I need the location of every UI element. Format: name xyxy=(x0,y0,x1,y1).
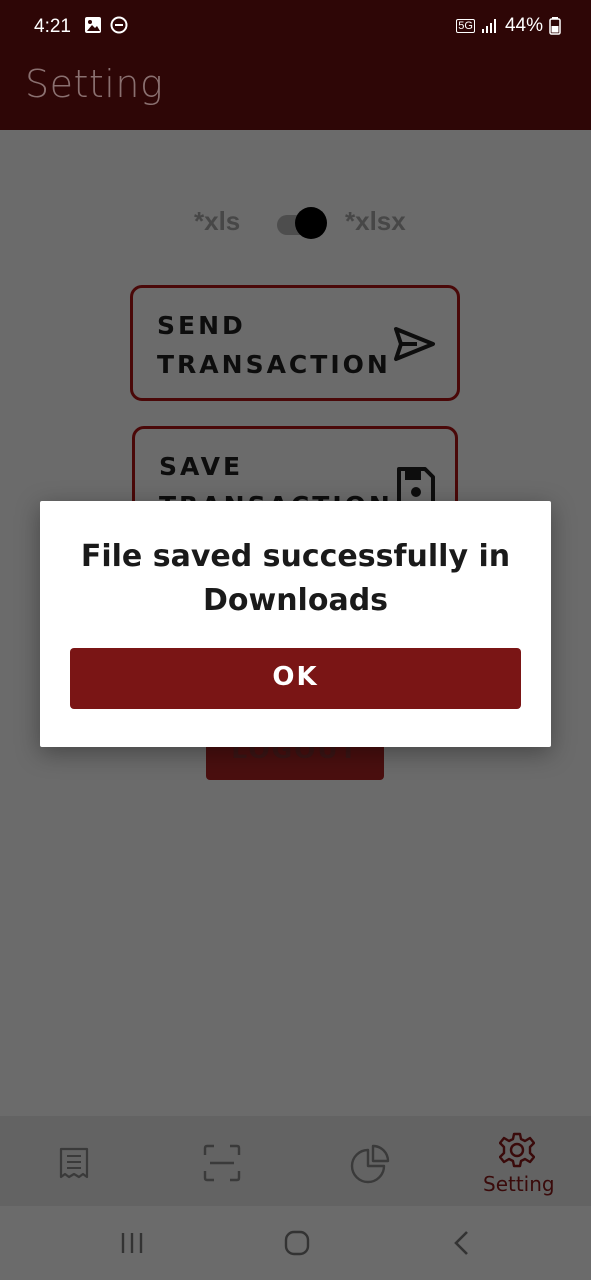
dialog-message: File saved successfully in Downloads xyxy=(60,535,531,623)
app-bar: Setting xyxy=(0,56,591,130)
battery-icon xyxy=(549,17,561,35)
ok-button[interactable]: OK xyxy=(70,648,521,709)
bottom-nav: Setting xyxy=(0,1116,591,1206)
xlsx-label: *xlsx xyxy=(345,206,406,236)
nav-item-transactions[interactable] xyxy=(40,1116,110,1206)
home-icon[interactable] xyxy=(284,1230,310,1256)
system-nav-bar xyxy=(0,1206,591,1280)
send-icon xyxy=(394,327,435,361)
back-icon[interactable] xyxy=(452,1230,472,1256)
scan-icon xyxy=(203,1144,241,1182)
nav-label-setting: Setting xyxy=(483,1172,555,1196)
status-time: 4:21 xyxy=(34,16,71,37)
receipt-icon xyxy=(59,1147,89,1179)
send-transaction-button[interactable]: SEND TRANSACTION xyxy=(130,285,460,401)
gear-icon xyxy=(499,1132,535,1168)
xls-label: *xls xyxy=(194,206,241,236)
nav-item-scan[interactable] xyxy=(185,1116,265,1206)
success-dialog: File saved successfully in Downloads OK xyxy=(40,501,551,747)
image-icon xyxy=(85,17,101,33)
nav-item-setting[interactable]: Setting xyxy=(476,1116,566,1206)
send-line1: SEND xyxy=(157,311,246,340)
page-title: Setting xyxy=(25,62,164,106)
save-line1: SAVE xyxy=(159,452,244,481)
toggle-knob[interactable] xyxy=(295,207,327,239)
nav-item-reports[interactable] xyxy=(335,1116,405,1206)
dialog-message-line2: Downloads xyxy=(202,583,389,618)
recent-apps-icon[interactable] xyxy=(120,1231,144,1255)
network-type: 5G xyxy=(456,19,475,33)
do-not-disturb-icon xyxy=(110,16,128,34)
pie-chart-icon xyxy=(350,1144,390,1184)
signal-icon xyxy=(481,19,496,33)
send-line2: TRANSACTION xyxy=(157,350,391,379)
status-bar: 4:21 5G 44% xyxy=(0,0,591,56)
battery-level: 44% xyxy=(504,15,543,36)
dialog-message-line1: File saved successfully in xyxy=(80,539,511,574)
